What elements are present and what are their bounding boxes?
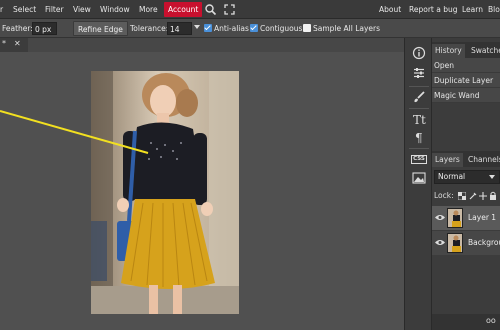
sample-all-layers-checkbox[interactable] bbox=[303, 24, 311, 32]
menu-item-layer[interactable]: r bbox=[0, 0, 3, 19]
layer-row[interactable]: Layer 1 bbox=[432, 206, 500, 230]
toolstrip-divider bbox=[409, 86, 429, 87]
menu-item-learn[interactable]: Learn bbox=[462, 0, 483, 19]
layer-name: Layer 1 bbox=[468, 213, 497, 222]
contiguous-label: Contiguous bbox=[260, 24, 303, 33]
close-tab-icon[interactable]: ✕ bbox=[14, 39, 21, 48]
svg-text:Tt: Tt bbox=[413, 113, 426, 126]
link-layers-icon[interactable]: oo bbox=[486, 316, 496, 325]
sample-all-layers-label: Sample All Layers bbox=[313, 24, 381, 33]
lock-transparency-icon[interactable] bbox=[458, 192, 466, 200]
menu-item-account[interactable]: Account bbox=[164, 2, 203, 17]
blend-mode-value: Normal bbox=[438, 172, 466, 181]
lock-pixels-icon[interactable] bbox=[469, 192, 477, 200]
history-item[interactable]: Magic Wand bbox=[432, 88, 500, 103]
text-type-icon[interactable]: Tt bbox=[409, 110, 429, 128]
feather-input[interactable]: 0 px bbox=[32, 22, 57, 35]
feather-label: Feather: bbox=[2, 24, 33, 33]
search-icon[interactable] bbox=[204, 3, 217, 16]
lock-all-icon[interactable] bbox=[489, 191, 497, 200]
info-icon[interactable] bbox=[409, 44, 429, 62]
tab-layers[interactable]: Layers bbox=[432, 153, 463, 167]
brush-icon[interactable] bbox=[409, 88, 429, 106]
toolstrip-divider bbox=[409, 148, 429, 149]
menu-item-more[interactable]: More bbox=[139, 0, 158, 19]
sliders-icon[interactable] bbox=[409, 64, 429, 82]
tolerance-input[interactable]: 14 bbox=[167, 22, 192, 35]
css-icon[interactable]: CSS bbox=[409, 150, 429, 168]
menu-item-filter[interactable]: Filter bbox=[45, 0, 64, 19]
canvas-image[interactable] bbox=[91, 71, 239, 314]
svg-text:¶: ¶ bbox=[415, 131, 423, 144]
history-item[interactable]: Duplicate Layer bbox=[432, 73, 500, 88]
app-window: r Select Filter View Window More Account… bbox=[0, 0, 500, 330]
menu-item-about[interactable]: About bbox=[379, 0, 401, 19]
layer-row[interactable]: Backgrou bbox=[432, 231, 500, 255]
menu-item-view[interactable]: View bbox=[73, 0, 91, 19]
menu-item-report-bug[interactable]: Report a bug bbox=[409, 0, 458, 19]
menu-item-blog[interactable]: Blo bbox=[488, 0, 500, 19]
antialias-checkbox[interactable] bbox=[204, 24, 212, 32]
image-icon[interactable] bbox=[409, 169, 429, 187]
tab-history[interactable]: History bbox=[432, 44, 465, 58]
menu-item-window[interactable]: Window bbox=[100, 0, 130, 19]
layer-thumbnail bbox=[447, 233, 463, 253]
history-panel-tabs: History Swatche bbox=[432, 42, 500, 58]
unsaved-marker: * bbox=[2, 39, 6, 48]
layers-panel-tabs: Layers Channels bbox=[432, 151, 500, 167]
tab-channels[interactable]: Channels bbox=[465, 153, 500, 167]
chevron-down-icon bbox=[489, 175, 495, 179]
menu-item-select[interactable]: Select bbox=[13, 0, 36, 19]
lock-label: Lock: bbox=[434, 191, 454, 200]
layer-thumbnail bbox=[447, 208, 463, 228]
tolerance-dropdown-icon[interactable] bbox=[194, 25, 200, 29]
layer-name: Backgrou bbox=[468, 238, 500, 247]
history-item[interactable]: Open bbox=[432, 58, 500, 73]
lock-position-icon[interactable] bbox=[479, 192, 487, 200]
layers-panel-footer: oo bbox=[432, 314, 500, 330]
contiguous-checkbox[interactable] bbox=[250, 24, 258, 32]
eye-icon[interactable] bbox=[435, 239, 445, 246]
paragraph-icon[interactable]: ¶ bbox=[409, 128, 429, 146]
document-tab[interactable]: * ✕ bbox=[0, 38, 28, 52]
panel-toolstrip: Tt ¶ CSS bbox=[404, 38, 432, 330]
antialias-label: Anti-alias bbox=[214, 24, 249, 33]
menubar: r Select Filter View Window More Account… bbox=[0, 0, 500, 19]
tab-swatches[interactable]: Swatche bbox=[468, 44, 500, 58]
toolstrip-divider bbox=[409, 108, 429, 109]
tolerance-label: Tolerance: bbox=[130, 24, 169, 33]
blend-mode-select[interactable]: Normal bbox=[434, 170, 500, 184]
eye-icon[interactable] bbox=[435, 214, 445, 221]
lock-row: Lock: bbox=[434, 190, 496, 202]
right-panels: History Swatche Open Duplicate Layer Mag… bbox=[432, 38, 500, 330]
refine-edge-button[interactable]: Refine Edge bbox=[73, 21, 128, 36]
tool-options-bar: Feather: 0 px Refine Edge Tolerance: 14 … bbox=[0, 19, 500, 38]
fullscreen-icon[interactable] bbox=[223, 3, 236, 16]
